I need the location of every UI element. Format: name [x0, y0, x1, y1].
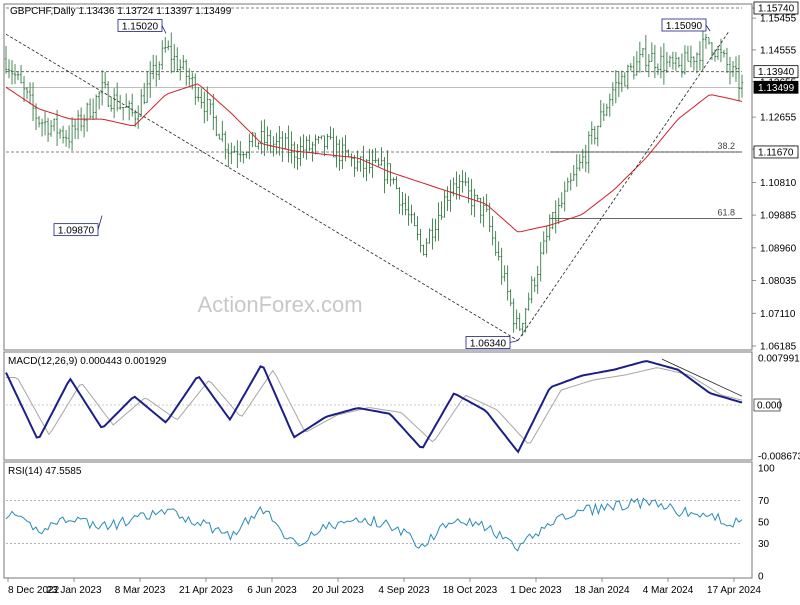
rsi-axis: 100 70 50 30 0 — [758, 464, 775, 583]
date-tick-label-3: 21 Apr 2023 — [179, 585, 233, 596]
price-tick-label-7: 1.09885 — [760, 211, 797, 222]
date-tick-label-6: 4 Sep 2023 — [378, 585, 430, 596]
fib-label-1: 61.8 — [717, 207, 735, 217]
macd-panel-frame — [3, 351, 753, 461]
rsi-tick-label-2: 50 — [758, 518, 770, 529]
chart-stage: ActionForex.com GBPCHF,Daily 1.13436 1.1… — [0, 0, 800, 600]
price-tick-label-1: 1.15455 — [760, 14, 797, 25]
macd-tick-label-2: -0.008673 — [758, 452, 800, 463]
price-tick-label-10: 1.07110 — [760, 309, 796, 320]
date-tick-label-10: 4 Mar 2024 — [643, 585, 694, 596]
macd-zero-tag: 0.000 — [757, 401, 782, 412]
rsi-header: RSI(14) 47.5585 — [8, 466, 82, 477]
price-tick-label-4: 1.12655 — [760, 113, 797, 124]
price-tick-label-8: 1.08960 — [760, 243, 797, 254]
price-tag-label-0: 1.15740 — [758, 4, 795, 15]
date-tick-label-8: 1 Dec 2023 — [510, 585, 562, 596]
date-tick-label-1: 23 Jan 2023 — [46, 585, 101, 596]
annotation-label-0: 1.15020 — [122, 21, 159, 32]
date-tick-label-9: 18 Jan 2024 — [574, 585, 629, 596]
price-tag-label-2: 1.13499 — [758, 83, 795, 94]
macd-header: MACD(12,26,9) 0.000443 0.001929 — [8, 356, 167, 367]
price-tick-label-11: 1.06185 — [760, 342, 797, 353]
macd-tick-label-0: 0.007991 — [758, 353, 800, 364]
price-tag-label-3: 1.11670 — [758, 147, 794, 158]
price-tick-label-6: 1.10810 — [760, 178, 797, 189]
fib-label-0: 38.2 — [717, 141, 735, 151]
date-tick-label-5: 20 Jul 2023 — [312, 585, 364, 596]
macd-axis: 0.0079910.00-0.0086730.000 — [753, 353, 800, 463]
price-tick-label-9: 1.08035 — [760, 276, 797, 287]
date-tick-label-11: 17 Apr 2024 — [707, 585, 761, 596]
rsi-tick-label-4: 0 — [758, 572, 764, 583]
rsi-tick-label-3: 30 — [758, 539, 770, 550]
date-tick-label-2: 8 Mar 2023 — [115, 585, 166, 596]
watermark: ActionForex.com — [197, 292, 362, 317]
annotation-label-2: 1.15090 — [666, 21, 703, 32]
price-axis: 1.157401.154551.145551.136551.126551.117… — [752, 1, 799, 353]
date-tick-label-4: 6 Jun 2023 — [247, 585, 297, 596]
price-tick-label-2: 1.14555 — [760, 45, 797, 56]
date-axis: 8 Dec 202223 Jan 2023 8 Mar 2023 21 Apr 20… — [7, 578, 761, 596]
forex-chart-svg: ActionForex.com GBPCHF,Daily 1.13436 1.1… — [3, 1, 800, 596]
rsi-tick-label-0: 100 — [758, 464, 775, 475]
annotation-label-3: 1.06340 — [470, 339, 507, 350]
date-tick-label-7: 18 Oct 2023 — [443, 585, 498, 596]
annotation-label-1: 1.09870 — [58, 226, 95, 237]
rsi-panel-frame — [3, 461, 753, 579]
price-tag-label-1: 1.13940 — [758, 67, 795, 78]
rsi-tick-label-1: 70 — [758, 496, 770, 507]
